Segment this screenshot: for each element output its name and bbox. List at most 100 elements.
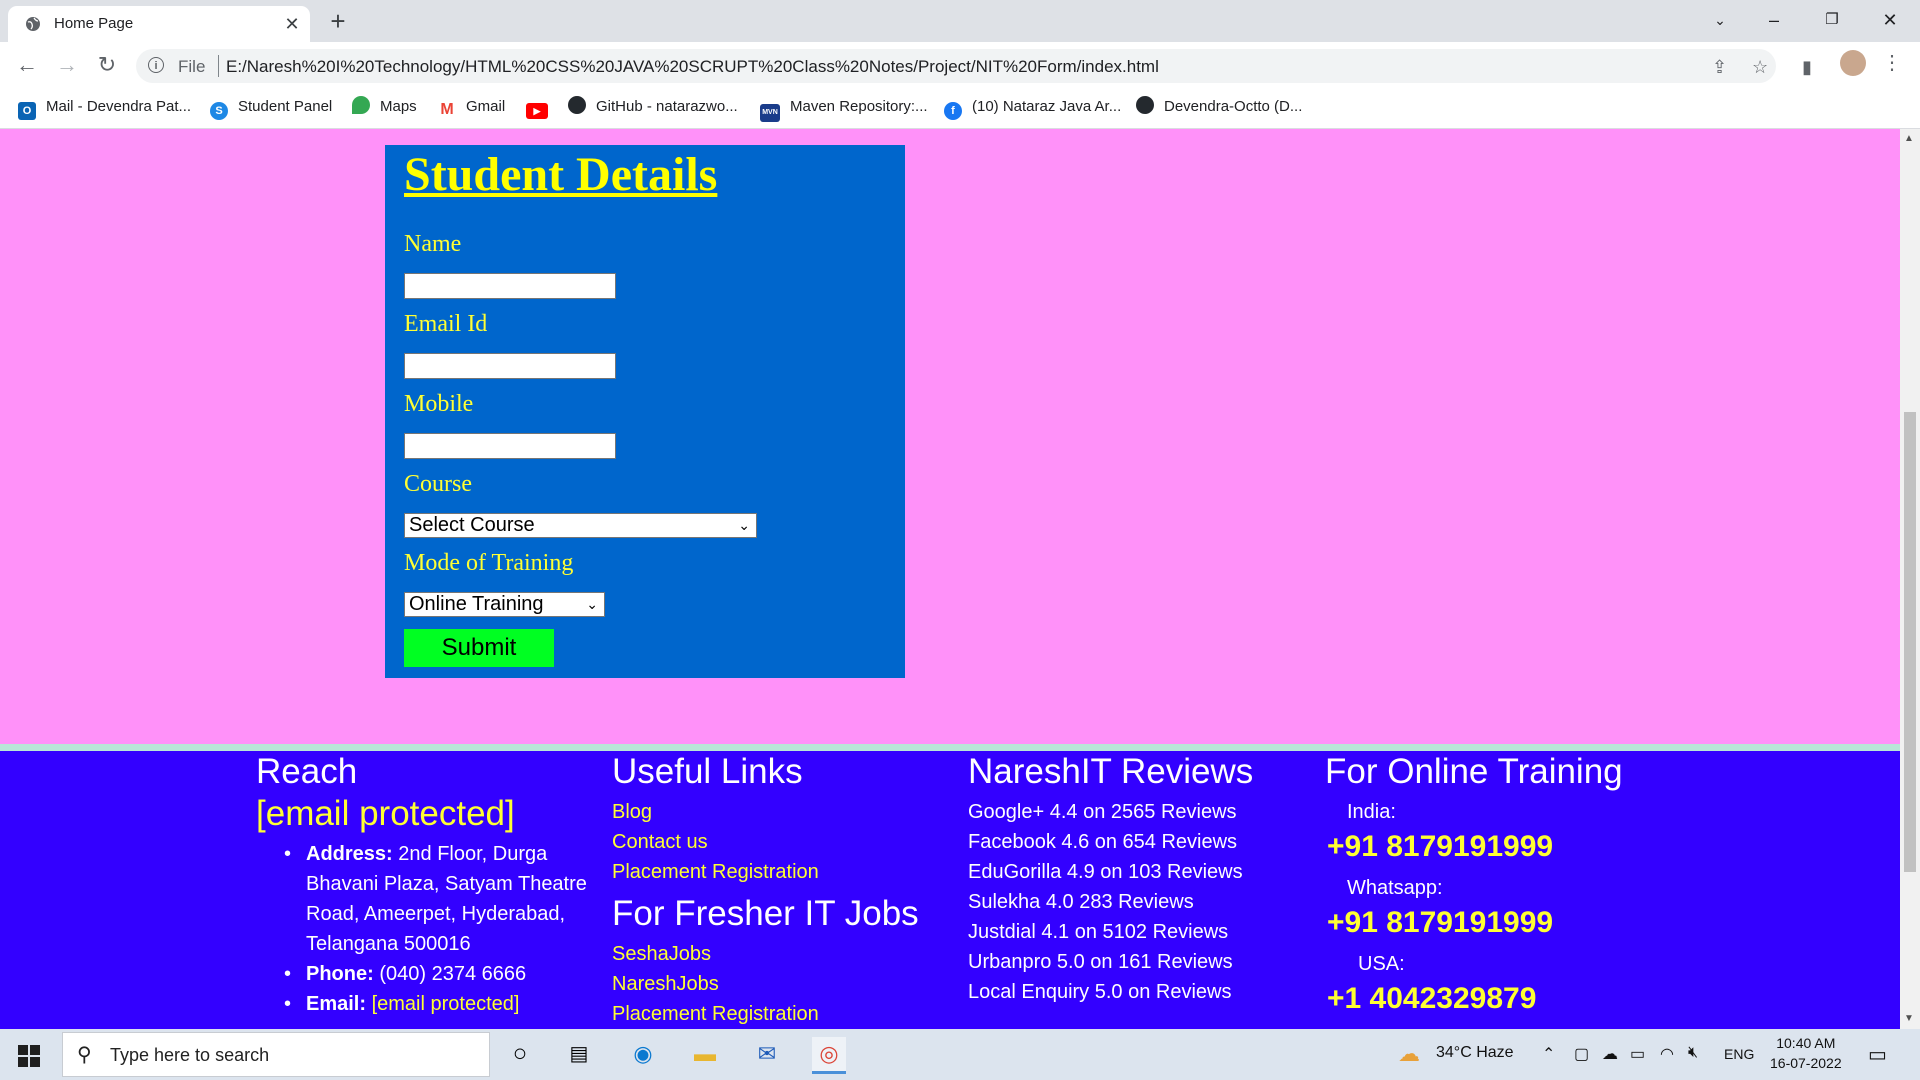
- review-item: Google+ 4.4 on 2565 Reviews: [968, 801, 1237, 823]
- bookmark-devendra-octto[interactable]: Devendra-Octto (D...: [1136, 96, 1302, 118]
- tray-chevron-up-icon[interactable]: ⌃: [1542, 1044, 1555, 1064]
- name-input[interactable]: [404, 273, 616, 299]
- close-tab-icon[interactable]: ✕: [280, 12, 304, 36]
- bookmark-maven[interactable]: MVN Maven Repository:...: [760, 96, 928, 122]
- new-tab-button[interactable]: +: [322, 6, 354, 36]
- online-training-heading: For Online Training: [1325, 752, 1623, 791]
- bookmark-youtube[interactable]: ▶: [526, 96, 558, 119]
- student-panel-icon: S: [210, 102, 228, 120]
- onedrive-icon[interactable]: ☁: [1602, 1044, 1618, 1064]
- task-view-icon[interactable]: ▤: [562, 1037, 596, 1071]
- usa-label: USA:: [1358, 953, 1405, 975]
- chrome-menu-icon[interactable]: ⋮: [1882, 50, 1902, 75]
- chevron-down-icon: ⌄: [586, 596, 598, 612]
- url-text[interactable]: E:/Naresh%20I%20Technology/HTML%20CSS%20…: [226, 57, 1159, 77]
- address-separator: [218, 55, 219, 77]
- mobile-input[interactable]: [404, 433, 616, 459]
- mode-select[interactable]: Online Training ⌄: [404, 592, 605, 617]
- browser-toolbar: ← → ↻ i File E:/Naresh%20I%20Technology/…: [0, 42, 1920, 88]
- meet-now-icon[interactable]: ▢: [1574, 1044, 1589, 1064]
- minimize-button[interactable]: –: [1754, 4, 1794, 36]
- reach-email-link[interactable]: [email protected]: [256, 794, 515, 834]
- name-label: Name: [404, 231, 462, 257]
- profile-avatar[interactable]: [1840, 50, 1866, 76]
- form-title: Student Details: [404, 148, 718, 201]
- mobile-label: Mobile: [404, 391, 474, 417]
- course-select[interactable]: Select Course ⌄: [404, 513, 757, 538]
- address-bar[interactable]: i File E:/Naresh%20I%20Technology/HTML%2…: [136, 49, 1776, 83]
- link-nareshjobs[interactable]: NareshJobs: [612, 973, 719, 996]
- reload-icon[interactable]: ↻: [92, 50, 122, 80]
- address-item: • Address: 2nd Floor, Durga Bhavani Plaza…: [284, 843, 587, 955]
- india-label: India:: [1347, 801, 1396, 823]
- weather-icon[interactable]: ☁: [1398, 1041, 1420, 1067]
- file-explorer-icon[interactable]: ▬: [688, 1037, 722, 1071]
- review-item: EduGorilla 4.9 on 103 Reviews: [968, 861, 1243, 883]
- forward-arrow-icon[interactable]: →: [52, 50, 82, 80]
- info-icon[interactable]: i: [148, 57, 164, 73]
- wifi-icon[interactable]: ◠: [1660, 1044, 1674, 1064]
- chrome-icon[interactable]: ◎: [812, 1037, 846, 1074]
- student-form: Student Details Name Email Id Mobile Cou…: [385, 145, 905, 678]
- notifications-icon[interactable]: ▭: [1868, 1042, 1887, 1067]
- bookmark-github-natarazwo[interactable]: GitHub - natarazwo...: [568, 96, 738, 118]
- review-item: Justdial 4.1 on 5102 Reviews: [968, 921, 1229, 943]
- page-scrollbar[interactable]: ▲ ▼: [1900, 129, 1920, 1029]
- clock[interactable]: 10:40 AM 16-07-2022: [1770, 1033, 1842, 1073]
- back-arrow-icon[interactable]: ←: [12, 50, 42, 80]
- youtube-icon: ▶: [526, 103, 548, 119]
- tab-home-page[interactable]: Home Page ✕: [8, 6, 310, 42]
- link-contact-us[interactable]: Contact us: [612, 831, 708, 854]
- fresher-jobs-heading: For Fresher IT Jobs: [612, 894, 919, 933]
- windows-taskbar: ⚲ Type here to search ○ ▤ ◉ ▬ ✉ ◎ ☁ 34°C…: [0, 1029, 1920, 1080]
- link-placement-registration-2[interactable]: Placement Registration: [612, 1003, 819, 1026]
- link-placement-registration[interactable]: Placement Registration: [612, 861, 819, 884]
- volume-muted-icon[interactable]: 🔇︎: [1688, 1044, 1698, 1062]
- bookmark-student-panel[interactable]: S Student Panel: [210, 96, 332, 120]
- bookmark-mail[interactable]: O Mail - Devendra Pat...: [18, 96, 191, 120]
- close-window-button[interactable]: ✕: [1870, 4, 1910, 36]
- submit-button[interactable]: Submit: [404, 629, 554, 667]
- gmail-icon: M: [438, 101, 456, 119]
- language-indicator[interactable]: ENG: [1724, 1046, 1754, 1062]
- github-icon: [568, 96, 586, 114]
- email-input[interactable]: [404, 353, 616, 379]
- bookmark-maps[interactable]: Maps: [352, 96, 417, 118]
- restore-button[interactable]: ❐: [1812, 4, 1852, 36]
- maven-icon: MVN: [760, 104, 780, 122]
- review-item: Urbanpro 5.0 on 161 Reviews: [968, 951, 1233, 973]
- useful-links-heading: Useful Links: [612, 752, 803, 791]
- outlook-icon: O: [18, 102, 36, 120]
- star-icon[interactable]: ☆: [1752, 57, 1768, 78]
- scroll-up-icon[interactable]: ▲: [1904, 133, 1914, 144]
- whatsapp-phone[interactable]: +91 8179191999: [1327, 906, 1553, 940]
- mail-icon[interactable]: ✉: [750, 1037, 784, 1071]
- footer: Reach [email protected] • Address: 2nd Fl…: [0, 744, 1900, 1029]
- edge-icon[interactable]: ◉: [626, 1037, 660, 1071]
- chevron-down-icon: ⌄: [738, 517, 750, 533]
- globe-icon: [26, 17, 40, 31]
- battery-icon[interactable]: ▭: [1630, 1044, 1645, 1064]
- course-label: Course: [404, 471, 472, 497]
- windows-start-icon[interactable]: [18, 1045, 40, 1067]
- taskbar-search-box[interactable]: ⚲ Type here to search: [62, 1032, 490, 1077]
- cortana-icon[interactable]: ○: [503, 1037, 537, 1071]
- share-icon[interactable]: ⇪: [1712, 57, 1727, 78]
- weather-text[interactable]: 34°C Haze: [1436, 1044, 1514, 1062]
- india-phone[interactable]: +91 8179191999: [1327, 830, 1553, 864]
- usa-phone[interactable]: +1 4042329879: [1327, 982, 1536, 1016]
- scroll-down-icon[interactable]: ▼: [1904, 1013, 1914, 1024]
- tab-search-chevron-icon[interactable]: ⌄: [1700, 4, 1740, 36]
- mode-label: Mode of Training: [404, 550, 574, 576]
- reach-heading: Reach: [256, 752, 358, 791]
- bookmark-gmail[interactable]: M Gmail: [438, 96, 505, 119]
- scrollbar-thumb[interactable]: [1904, 412, 1916, 872]
- maps-icon: [352, 96, 370, 114]
- email-link[interactable]: [email protected]: [372, 993, 520, 1015]
- bookmark-nataraz-facebook[interactable]: f (10) Nataraz Java Ar...: [944, 96, 1121, 120]
- link-blog[interactable]: Blog: [612, 801, 652, 824]
- side-panel-icon[interactable]: ▮: [1802, 57, 1812, 78]
- tab-strip: Home Page ✕ + ⌄ – ❐ ✕: [0, 0, 1920, 42]
- email-label: Email Id: [404, 311, 488, 337]
- link-seshajobs[interactable]: SeshaJobs: [612, 943, 711, 966]
